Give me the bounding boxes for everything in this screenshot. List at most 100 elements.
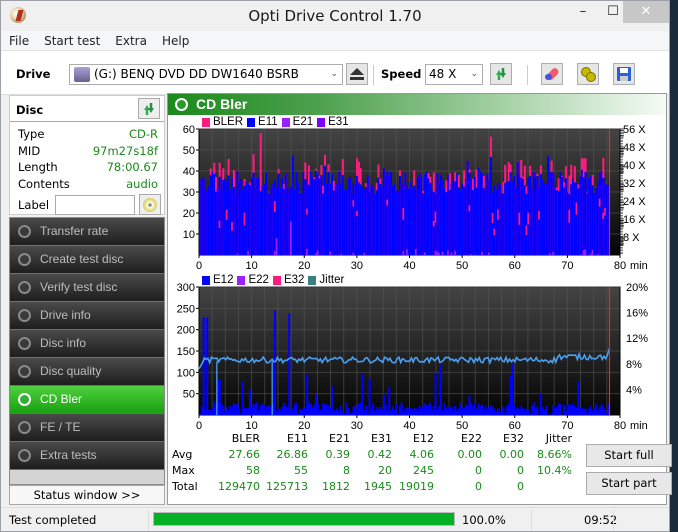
e12-bar bbox=[484, 406, 487, 415]
stats-value: 20 bbox=[378, 463, 392, 477]
disc-length-value: 78:00.67 bbox=[106, 160, 158, 174]
e12-bar bbox=[552, 404, 555, 415]
e21-bar bbox=[596, 254, 599, 255]
speed-select[interactable]: 48 X ⌄ bbox=[425, 64, 483, 85]
disc-label-button[interactable] bbox=[139, 194, 162, 215]
y2-tick-label: 48 X bbox=[623, 142, 646, 154]
nav-item-label: FE / TE bbox=[40, 420, 81, 434]
e11-bar bbox=[438, 182, 441, 255]
e11-bar bbox=[393, 184, 396, 255]
e21-bar bbox=[273, 250, 276, 255]
e11-bar bbox=[295, 171, 298, 255]
e12-bar bbox=[256, 402, 259, 415]
e12-bar bbox=[281, 406, 284, 415]
e12-bar bbox=[498, 411, 501, 415]
start-full-button[interactable]: Start full bbox=[586, 444, 672, 467]
e12-bar bbox=[511, 363, 514, 415]
e11-bar bbox=[441, 178, 444, 255]
e11-bar bbox=[600, 171, 603, 255]
disc-refresh-button[interactable] bbox=[138, 98, 160, 119]
stats-value: 1945 bbox=[364, 479, 392, 493]
e12-bar bbox=[254, 404, 257, 415]
nav-item-verify-test-disc[interactable]: Verify test disc bbox=[10, 274, 164, 302]
eject-icon bbox=[350, 68, 364, 80]
nav-item-disc-quality[interactable]: Disc quality bbox=[10, 358, 164, 386]
e11-bar bbox=[323, 165, 327, 255]
e11-bar bbox=[279, 187, 282, 255]
nav-item-fe-te[interactable]: FE / TE bbox=[10, 414, 164, 442]
y-tick-label: 100 bbox=[177, 367, 195, 379]
disc-label-input[interactable] bbox=[55, 194, 136, 215]
e11-bar bbox=[454, 181, 457, 255]
e11-bar bbox=[466, 160, 469, 255]
close-button[interactable]: ✕ bbox=[623, 1, 669, 23]
e11-bar bbox=[282, 188, 285, 255]
bler-bar bbox=[468, 205, 471, 212]
nav-item-transfer-rate[interactable]: Transfer rate bbox=[10, 218, 164, 246]
bler-bar bbox=[352, 200, 355, 207]
start-part-button[interactable]: Start part bbox=[586, 472, 672, 495]
e12-bar bbox=[568, 404, 571, 415]
erase-button[interactable] bbox=[541, 63, 563, 85]
e11-bar bbox=[480, 173, 484, 255]
e12-bar bbox=[447, 406, 450, 415]
e21-bar bbox=[275, 238, 278, 255]
e12-bar bbox=[363, 410, 366, 415]
nav-item-create-test-disc[interactable]: Create test disc bbox=[10, 246, 164, 274]
eject-button[interactable] bbox=[346, 63, 368, 85]
e12-bar bbox=[477, 403, 480, 415]
e12-bar bbox=[595, 404, 598, 415]
y2-tick-label: 8 X bbox=[623, 232, 640, 244]
e11-bar bbox=[484, 190, 487, 255]
menu-help[interactable]: Help bbox=[162, 34, 189, 48]
disc-test-icon bbox=[18, 281, 31, 294]
menu-file[interactable]: File bbox=[9, 34, 29, 48]
e12-bar bbox=[472, 406, 475, 415]
e21-bar bbox=[589, 253, 592, 255]
e12-bar bbox=[570, 405, 573, 415]
e11-bar bbox=[516, 161, 519, 255]
e11-bar bbox=[522, 178, 525, 255]
stats-value bbox=[524, 478, 572, 494]
e12-bar bbox=[439, 364, 443, 415]
e12-bar bbox=[229, 405, 232, 415]
e11-bar bbox=[530, 188, 534, 255]
menu-start-test[interactable]: Start test bbox=[44, 34, 100, 48]
e12-bar bbox=[320, 409, 323, 415]
save-button[interactable] bbox=[613, 63, 635, 85]
e11-bar bbox=[320, 175, 323, 255]
nav-item-disc-info[interactable]: Disc info bbox=[10, 330, 164, 358]
stats-value: 0.00 bbox=[499, 447, 525, 461]
status-window-button[interactable]: Status window >> bbox=[9, 485, 165, 505]
e11-bar bbox=[420, 176, 423, 255]
e11-bar bbox=[372, 187, 375, 255]
bler-bar bbox=[527, 212, 530, 225]
nav-item-drive-info[interactable]: Drive info bbox=[10, 302, 164, 330]
e11-bar bbox=[407, 188, 410, 255]
e11-bar bbox=[304, 179, 307, 255]
e11-bar bbox=[545, 183, 548, 255]
e11-bar bbox=[543, 182, 546, 255]
test-navigation: Transfer rate Create test disc Verify test… bbox=[9, 217, 165, 485]
stats-value: 129470 bbox=[218, 479, 260, 493]
e11-bar bbox=[404, 172, 407, 255]
e11-bar bbox=[532, 171, 535, 255]
e11-bar bbox=[589, 175, 592, 255]
drive-select[interactable]: (G:) BENQ DVD DD DW1640 BSRB ⌄ bbox=[69, 64, 343, 85]
refresh-speed-button[interactable] bbox=[490, 63, 512, 85]
bler-bar bbox=[386, 199, 389, 206]
e12-bar bbox=[530, 405, 534, 415]
menu-extra[interactable]: Extra bbox=[115, 34, 147, 48]
e12-bar bbox=[263, 404, 266, 415]
e12-bar bbox=[529, 413, 532, 415]
e12-bar bbox=[232, 402, 235, 415]
stats-row-label: Avg bbox=[172, 447, 193, 461]
disc-test-icon bbox=[18, 253, 31, 266]
disc-mid-row: MID 97m27s18f bbox=[10, 143, 164, 160]
nav-item-extra-tests[interactable]: Extra tests bbox=[10, 442, 164, 470]
e11-bar bbox=[284, 173, 287, 255]
e12-bar bbox=[356, 409, 359, 415]
nav-item-cd-bler[interactable]: CD Bler bbox=[10, 386, 164, 414]
e11-bar bbox=[263, 184, 266, 255]
settings-button[interactable] bbox=[577, 63, 599, 85]
